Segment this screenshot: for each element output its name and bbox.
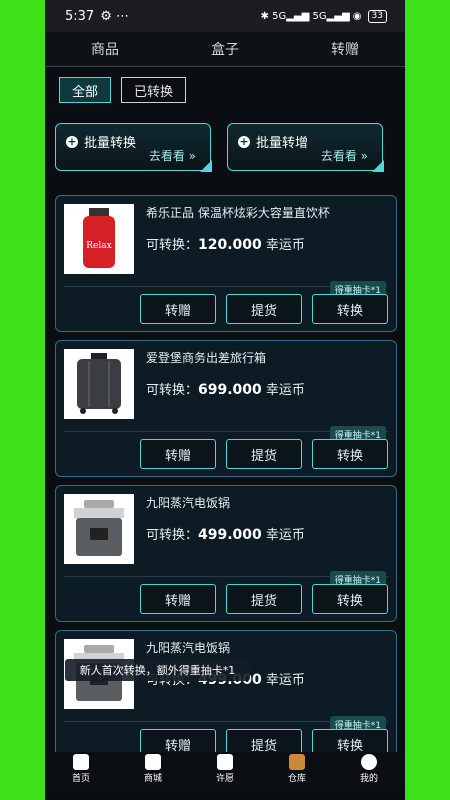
bottom-tab-bar: 首页 商城 许愿 仓库 我的 [45,752,405,786]
signal-icons: ✱ 5G▂▄▆ 5G▂▄▆ ◉ [260,10,362,22]
product-name: 爱登堡商务出差旅行箱 [146,351,267,365]
wish-icon [216,754,233,770]
pickup-button[interactable]: 提货 [226,439,302,469]
profile-icon [360,754,377,770]
product-image [64,494,134,564]
top-nav: 商品 盒子 转赠 [45,32,405,67]
convert-button[interactable]: 转换 [312,294,388,324]
product-price: 可转换：499.000 幸运币 [146,527,305,543]
item-actions: 转赠 提货 转换 [140,439,388,469]
plus-icon: + [238,134,250,148]
product-price: 可转换：120.000 幸运币 [146,237,305,253]
product-card: Relax 希乐正品 保温杯炫彩大容量直饮杯 可转换：120.000 幸运币 得… [55,195,397,332]
bulk-transfer-title: 批量转增 [256,136,309,151]
warehouse-icon [288,754,305,770]
gift-button[interactable]: 转赠 [140,294,216,324]
phone-screen: 5:37 ⚙ ⋯ ✱ 5G▂▄▆ 5G▂▄▆ ◉ 33 商品 盒子 转赠 全部 已转… [45,0,405,800]
bulk-transfer-card[interactable]: + 批量转增 去看看 » [227,123,384,172]
battery-icon: 33 [367,9,387,23]
pickup-button[interactable]: 提货 [226,584,302,614]
status-bar: 5:37 ⚙ ⋯ ✱ 5G▂▄▆ 5G▂▄▆ ◉ 33 [45,0,405,32]
tab-warehouse[interactable]: 仓库 [288,754,306,784]
product-price: 可转换：699.000 幸运币 [146,382,305,398]
tab-goods[interactable]: 商品 [91,39,119,59]
tab-gift[interactable]: 转赠 [331,39,359,59]
home-icon [72,754,89,770]
corner-decoration [372,160,384,172]
time: 5:37 [65,8,95,24]
bulk-convert-card[interactable]: + 批量转换 去看看 » [55,123,212,172]
item-actions: 转赠 提货 转换 [140,294,388,324]
tab-mine[interactable]: 我的 [360,754,378,784]
pickup-button[interactable]: 提货 [226,294,302,324]
filter-all[interactable]: 全部 [59,77,112,103]
tab-mall[interactable]: 商城 [144,754,162,784]
item-actions: 转赠 提货 转换 [140,584,388,614]
product-list: Relax 希乐正品 保温杯炫彩大容量直饮杯 可转换：120.000 幸运币 得… [45,195,405,775]
corner-decoration [200,160,212,172]
plus-icon: + [66,134,78,148]
filter-converted[interactable]: 已转换 [121,77,187,103]
bulk-transfer-go: 去看看 » [320,149,368,163]
convert-button[interactable]: 转换 [312,439,388,469]
gift-button[interactable]: 转赠 [140,584,216,614]
product-card: 爱登堡商务出差旅行箱 可转换：699.000 幸运币 得重抽卡*1 转赠 提货 … [55,340,397,477]
tab-home[interactable]: 首页 [72,754,90,784]
bulk-convert-go: 去看看 » [148,149,196,163]
product-name: 希乐正品 保温杯炫彩大容量直饮杯 [146,206,330,220]
product-card: 九阳蒸汽电饭锅 可转换：499.000 幸运币 得重抽卡*1 转赠 提货 转换 [55,485,397,622]
tab-box[interactable]: 盒子 [211,39,239,59]
convert-button[interactable]: 转换 [312,584,388,614]
product-name: 九阳蒸汽电饭锅 [146,496,231,510]
app-icons: ⚙ ⋯ [100,8,129,24]
product-image [64,349,134,419]
store-icon [144,754,161,770]
product-card: 九阳蒸汽电饭锅 可转换：499.000 幸运币 得重抽卡*1 转赠 提货 转换 [55,630,397,767]
toast-message: 新人首次转换，额外得重抽卡*1 [65,659,250,681]
gift-button[interactable]: 转赠 [140,439,216,469]
bulk-actions: + 批量转换 去看看 » + 批量转增 去看看 » [45,111,405,172]
bulk-convert-title: 批量转换 [84,136,137,151]
product-image: Relax [64,204,134,274]
filter-bar: 全部 已转换 [45,67,405,111]
svg-text:Relax: Relax [86,241,111,251]
tab-wish[interactable]: 许愿 [216,754,234,784]
product-name: 九阳蒸汽电饭锅 [146,641,231,655]
